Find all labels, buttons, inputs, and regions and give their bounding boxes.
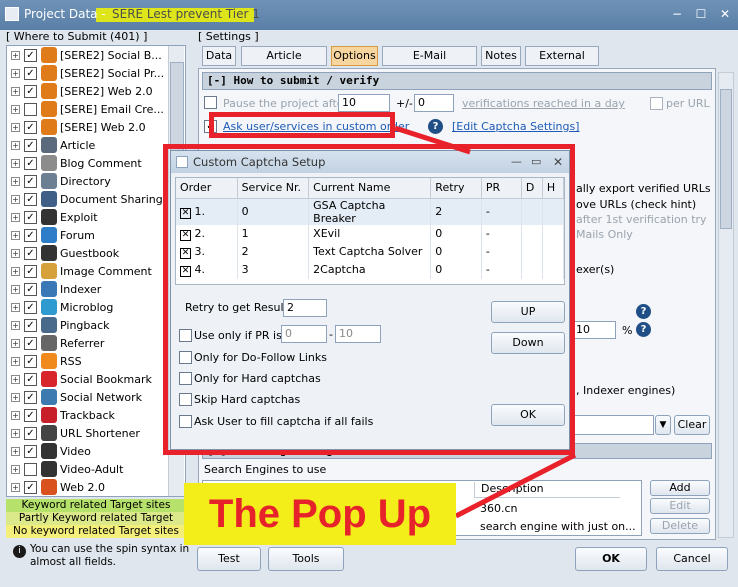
the-pop-up-label: The Pop Up (184, 483, 456, 545)
connector-line-bottom (454, 452, 577, 519)
connector-line-top (394, 125, 471, 155)
